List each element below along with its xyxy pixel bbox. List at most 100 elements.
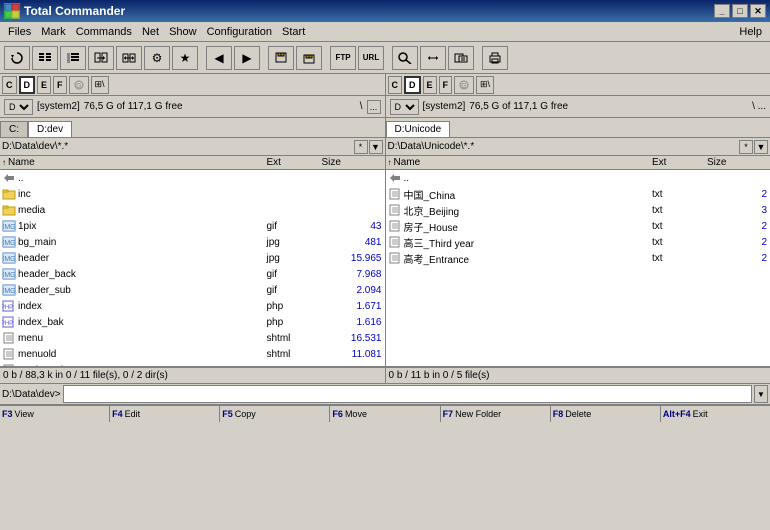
file-icon: IMG <box>2 220 16 232</box>
fkey-f8[interactable]: F8 Delete <box>551 406 661 422</box>
right-disk-info: 76,5 G of 117,1 G free <box>469 101 568 112</box>
cmd-dropdown[interactable]: ▼ <box>754 385 768 403</box>
right-drive-d[interactable]: D <box>404 76 421 94</box>
right-filter-arrow[interactable]: ▼ <box>754 140 768 154</box>
settings-button[interactable]: ⚙ <box>144 46 170 70</box>
list-item[interactable]: IMG header jpg 15.965 <box>0 250 385 266</box>
right-drive-e[interactable]: E <box>423 76 437 94</box>
find-button[interactable] <box>392 46 418 70</box>
unpack-button[interactable] <box>296 46 322 70</box>
right-tab-dunicode[interactable]: D:Unicode <box>386 121 451 137</box>
list-item[interactable]: .. <box>0 170 385 186</box>
right-col-ext-header[interactable]: Ext <box>650 157 705 168</box>
right-col-size-header[interactable]: Size <box>705 157 770 168</box>
cmd-input[interactable] <box>63 385 752 403</box>
left-col-size-header[interactable]: Size <box>320 157 385 168</box>
right-col-name-header[interactable]: ↑ Name <box>386 157 651 168</box>
fkey-f3[interactable]: F3 View <box>0 406 110 422</box>
list-item[interactable]: IMG 1pix gif 43 <box>0 218 385 234</box>
fkey-f7[interactable]: F7 New Folder <box>441 406 551 422</box>
left-tab-ddev[interactable]: D:dev <box>28 121 72 137</box>
right-panel-drive-select[interactable]: DC <box>390 99 419 115</box>
close-button[interactable]: ✕ <box>750 4 766 18</box>
left-col-name-header[interactable]: ↑ Name <box>0 157 265 168</box>
refresh-button[interactable] <box>4 46 30 70</box>
menu-files[interactable]: Files <box>4 25 35 39</box>
favorites-button[interactable]: ★ <box>172 46 198 70</box>
left-filter-arrow[interactable]: ▼ <box>369 140 383 154</box>
fkey-f5[interactable]: F5 Copy <box>220 406 330 422</box>
list-item[interactable]: menuold shtml 11.081 <box>0 346 385 362</box>
left-panel-drive-btn[interactable]: ... <box>367 100 381 114</box>
title-text: Total Commander <box>24 4 125 18</box>
list-item[interactable]: 房子_House txt 2 <box>386 218 770 234</box>
left-panel-info: DC [system2] 76,5 G of 117,1 G free \ ..… <box>0 96 386 117</box>
ftp-button[interactable]: FTP <box>330 46 356 70</box>
forward-button[interactable]: ▶ <box>234 46 260 70</box>
url-button[interactable]: URL <box>358 46 384 70</box>
menu-configuration[interactable]: Configuration <box>203 25 276 39</box>
right-drive-c[interactable]: C <box>388 76 403 94</box>
fkey-f4[interactable]: F4 Edit <box>110 406 220 422</box>
multi-rename-button[interactable] <box>448 46 474 70</box>
maximize-button[interactable]: □ <box>732 4 748 18</box>
menu-show[interactable]: Show <box>165 25 201 39</box>
sync-button[interactable] <box>420 46 446 70</box>
menu-net[interactable]: Net <box>138 25 163 39</box>
list-item[interactable]: inc <box>0 186 385 202</box>
left-panel: ↑ Name Ext Size .. inc <box>0 156 386 366</box>
file-icon <box>388 236 402 248</box>
right-panel-info: DC [system2] 76,5 G of 117,1 G free \ ..… <box>386 96 770 117</box>
left-tab-c[interactable]: C: <box>0 121 28 137</box>
move-other-button[interactable] <box>116 46 142 70</box>
list-item[interactable]: 北京_Beijing txt 3 <box>386 202 770 218</box>
list-item[interactable]: media <box>0 202 385 218</box>
fkey-altf4[interactable]: Alt+F4 Exit <box>661 406 770 422</box>
right-tabs: D:Unicode <box>386 118 770 137</box>
menu-commands[interactable]: Commands <box>72 25 136 39</box>
view-detail-button[interactable] <box>60 46 86 70</box>
left-drive-d[interactable]: D <box>19 76 36 94</box>
list-item[interactable]: PHP index_bak php 1.616 <box>0 314 385 330</box>
list-item[interactable]: 高考_Entrance txt 2 <box>386 250 770 266</box>
list-item[interactable]: 中国_China txt 2 <box>386 186 770 202</box>
left-backslash: \ <box>360 101 363 112</box>
left-drive-f[interactable]: F <box>53 76 67 94</box>
right-filter-star[interactable]: * <box>739 140 753 154</box>
list-item[interactable]: IMG header_sub gif 2.094 <box>0 282 385 298</box>
minimize-button[interactable]: _ <box>714 4 730 18</box>
left-file-list: .. inc media IMG 1pix gif 43 <box>0 170 385 366</box>
right-drive-network[interactable]: ⊞\ <box>476 76 494 94</box>
list-item[interactable]: PHP index php 1.671 <box>0 298 385 314</box>
menu-help[interactable]: Help <box>735 25 766 39</box>
file-icon <box>2 172 16 184</box>
list-item[interactable]: .. <box>386 170 770 186</box>
right-file-list: .. 中国_China txt 2 北京_Beijing txt 3 房子_Ho… <box>386 170 770 366</box>
left-filter-star[interactable]: * <box>354 140 368 154</box>
title-buttons: _ □ ✕ <box>714 4 766 18</box>
left-drive-e[interactable]: E <box>37 76 51 94</box>
menu-bar: Files Mark Commands Net Show Configurati… <box>0 22 770 42</box>
right-drive-f[interactable]: F <box>439 76 453 94</box>
pack-button[interactable] <box>268 46 294 70</box>
app-icon <box>4 3 20 19</box>
right-drive-g[interactable]: G <box>454 76 474 94</box>
right-files-container: .. 中国_China txt 2 北京_Beijing txt 3 房子_Ho… <box>386 170 770 266</box>
copy-other-button[interactable] <box>88 46 114 70</box>
list-item[interactable]: IMG bg_main jpg 481 <box>0 234 385 250</box>
list-item[interactable]: menu shtml 16.531 <box>0 330 385 346</box>
list-item[interactable]: 高三_Third year txt 2 <box>386 234 770 250</box>
left-col-ext-header[interactable]: Ext <box>265 157 320 168</box>
view-brief-button[interactable] <box>32 46 58 70</box>
left-drive-g[interactable]: G <box>69 76 89 94</box>
print-button[interactable] <box>482 46 508 70</box>
left-panel-drive-select[interactable]: DC <box>4 99 33 115</box>
fkey-f6[interactable]: F6 Move <box>330 406 440 422</box>
menu-start[interactable]: Start <box>278 25 309 39</box>
left-drive-c[interactable]: C <box>2 76 17 94</box>
menu-mark[interactable]: Mark <box>37 25 69 39</box>
list-item[interactable]: readme_de txt 16.531 <box>0 362 385 366</box>
left-drive-network[interactable]: ⊞\ <box>91 76 109 94</box>
back-button[interactable]: ◀ <box>206 46 232 70</box>
list-item[interactable]: IMG header_back gif 7.968 <box>0 266 385 282</box>
